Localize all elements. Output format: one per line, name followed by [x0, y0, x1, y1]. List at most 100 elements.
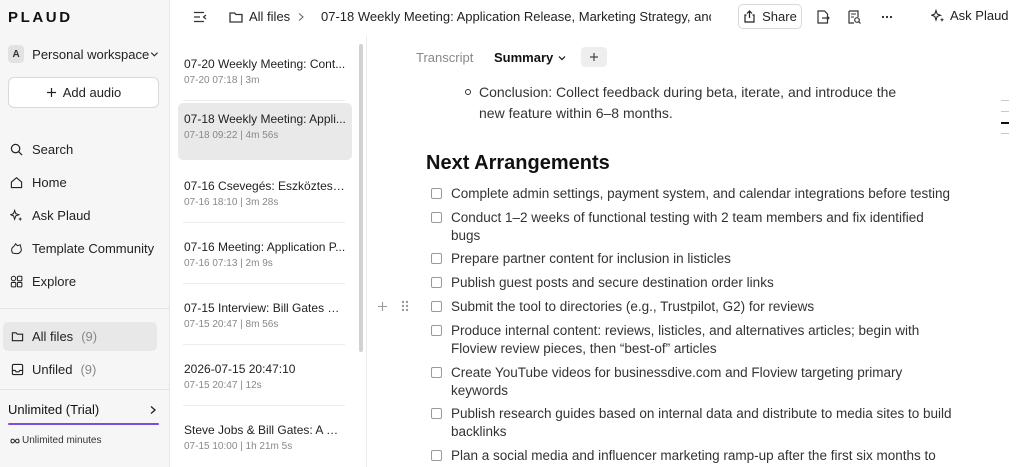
task-text: Submit the tool to directories (e.g., Tr… — [451, 299, 815, 314]
summary-bullet: Conclusion: Collect feedback during beta… — [465, 82, 915, 124]
task-item: Plan a social media and influencer marke… — [431, 447, 956, 465]
share-button[interactable]: Share — [738, 4, 802, 29]
task-item: Publish research guides based on interna… — [431, 405, 956, 441]
file-list-item-selected[interactable]: 07-18 Weekly Meeting: Appli... 07-18 09:… — [178, 103, 352, 160]
share-icon — [744, 10, 755, 23]
file-title: 07-16 Csevegés: Eszköztesz... — [184, 179, 346, 193]
file-list-item[interactable]: 2026-07-15 20:47:10 07-15 20:47 | 12s — [178, 353, 352, 410]
sidebar-item-explore[interactable]: Explore — [10, 274, 76, 289]
workspace-avatar: A — [8, 45, 25, 63]
sidebar-item-label: Ask Plaud — [32, 208, 91, 223]
task-item: Publish guest posts and secure destinati… — [431, 274, 956, 292]
task-item: Conduct 1–2 weeks of functional testing … — [431, 209, 956, 245]
outline-marker[interactable] — [1001, 111, 1009, 112]
file-list-scrollbar[interactable] — [359, 44, 363, 352]
file-meta: 07-15 10:00 | 1h 21m 5s — [184, 441, 293, 452]
plan-label: Unlimited (Trial) — [8, 402, 100, 417]
task-item: Create YouTube videos for businessdive.c… — [431, 364, 956, 400]
sidebar-item-label: Explore — [32, 274, 77, 289]
file-divider — [183, 100, 345, 101]
section-heading: Next Arrangements — [426, 152, 610, 174]
plus-icon — [590, 53, 598, 61]
task-checkbox[interactable] — [431, 367, 442, 378]
task-text: Plan a social media and influencer marke… — [451, 448, 936, 463]
file-title: 2026-07-15 20:47:10 — [184, 362, 296, 376]
sidebar-item-all-files[interactable]: All files (9) — [3, 322, 157, 351]
task-item: Submit the tool to directories (e.g., Tr… — [431, 298, 956, 316]
sidebar-item-template-community[interactable]: Template Community — [10, 241, 154, 256]
outline-marker-active[interactable] — [1001, 122, 1009, 124]
chevron-down-icon — [558, 55, 566, 60]
sparkle-icon — [10, 209, 23, 222]
outline-marker[interactable] — [1001, 133, 1009, 134]
tab-summary[interactable]: Summary — [494, 50, 567, 65]
task-checkbox[interactable] — [431, 325, 442, 336]
app-logo[interactable]: PLAUD — [8, 9, 73, 26]
breadcrumb-all-files[interactable]: All files — [249, 9, 290, 24]
task-checkbox[interactable] — [431, 408, 442, 419]
outline-marker[interactable] — [1001, 100, 1009, 101]
task-checkbox[interactable] — [431, 450, 442, 461]
plus-icon — [46, 88, 56, 97]
sidebar-divider — [0, 389, 170, 390]
sidebar-item-label: Home — [32, 175, 67, 190]
task-checkbox[interactable] — [431, 253, 442, 264]
sidebar-item-unfiled[interactable]: Unfiled (9) — [3, 355, 157, 384]
file-title: Steve Jobs & Bill Gates: A Co... — [184, 423, 346, 437]
minutes-indicator: Unlimited minutes — [10, 435, 101, 446]
add-block-icon[interactable] — [377, 301, 388, 312]
task-checkbox[interactable] — [431, 277, 442, 288]
sidebar-item-label: Search — [32, 142, 74, 157]
collapse-sidebar-icon[interactable] — [192, 9, 208, 25]
file-meta: 07-16 18:10 | 3m 28s — [184, 197, 279, 208]
task-text: Publish guest posts and secure destinati… — [451, 275, 774, 290]
task-text: Conduct 1–2 weeks of functional testing … — [451, 210, 924, 243]
add-tab-button[interactable] — [581, 47, 607, 67]
file-meta: 07-16 07:13 | 2m 9s — [184, 258, 273, 269]
folder-count: (9) — [80, 362, 97, 377]
file-title: 07-15 Interview: Bill Gates an... — [184, 301, 346, 315]
share-label: Share — [762, 9, 797, 24]
minutes-label: Unlimited minutes — [22, 435, 102, 446]
more-icon[interactable] — [879, 9, 895, 25]
plan-progress-bar — [8, 423, 159, 425]
file-list-item[interactable]: 07-16 Meeting: Application P... 07-16 07… — [178, 231, 352, 288]
inbox-icon — [11, 363, 24, 376]
task-checkbox[interactable] — [431, 212, 442, 223]
file-meta: 07-15 20:47 | 8m 56s — [184, 319, 279, 330]
tab-transcript[interactable]: Transcript — [416, 50, 473, 65]
sidebar-item-home[interactable]: Home — [10, 175, 67, 190]
export-icon[interactable] — [815, 9, 831, 25]
file-list-item[interactable]: Steve Jobs & Bill Gates: A Co... 07-15 1… — [178, 414, 352, 467]
bullet-text: Conclusion: Collect feedback during beta… — [479, 84, 897, 121]
breadcrumb-current-title: 07-18 Weekly Meeting: Application Releas… — [321, 9, 711, 24]
file-divider — [183, 405, 345, 406]
file-list-item[interactable]: 07-15 Interview: Bill Gates an... 07-15 … — [178, 292, 352, 349]
add-audio-button[interactable]: Add audio — [8, 77, 159, 108]
file-list: 07-20 Weekly Meeting: Cont... 07-20 07:1… — [171, 36, 365, 467]
grid-icon — [10, 275, 23, 288]
sidebar-item-search[interactable]: Search — [10, 142, 73, 157]
task-text: Produce internal content: reviews, listi… — [451, 323, 920, 356]
folder-count: (9) — [81, 329, 98, 344]
document-search-icon[interactable] — [846, 9, 862, 25]
template-icon — [11, 243, 22, 255]
sparkle-icon — [931, 8, 945, 22]
sidebar-item-ask-plaud[interactable]: Ask Plaud — [10, 208, 91, 223]
file-list-item[interactable]: 07-20 Weekly Meeting: Cont... 07-20 07:1… — [178, 48, 352, 105]
task-text: Create YouTube videos for businessdive.c… — [451, 365, 903, 398]
file-meta: 07-18 09:22 | 4m 56s — [184, 130, 279, 141]
drag-handle-icon[interactable] — [400, 299, 410, 313]
top-bar: All files 07-18 Weekly Meeting: Applicat… — [171, 0, 1020, 36]
task-checkbox[interactable] — [431, 301, 442, 312]
workspace-switcher[interactable]: A Personal workspace — [8, 43, 160, 65]
task-text: Publish research guides based on interna… — [451, 406, 952, 439]
folder-label: All files — [32, 329, 74, 344]
task-checkbox[interactable] — [431, 188, 442, 199]
bullet-marker — [465, 89, 471, 95]
home-icon — [10, 176, 23, 189]
plan-upgrade-link[interactable]: Unlimited (Trial) — [8, 402, 158, 417]
file-list-item[interactable]: 07-16 Csevegés: Eszköztesz... 07-16 18:1… — [178, 170, 352, 227]
ask-plaud-button[interactable]: Ask Plaud — [931, 8, 1009, 23]
workspace-name: Personal workspace — [32, 46, 150, 62]
